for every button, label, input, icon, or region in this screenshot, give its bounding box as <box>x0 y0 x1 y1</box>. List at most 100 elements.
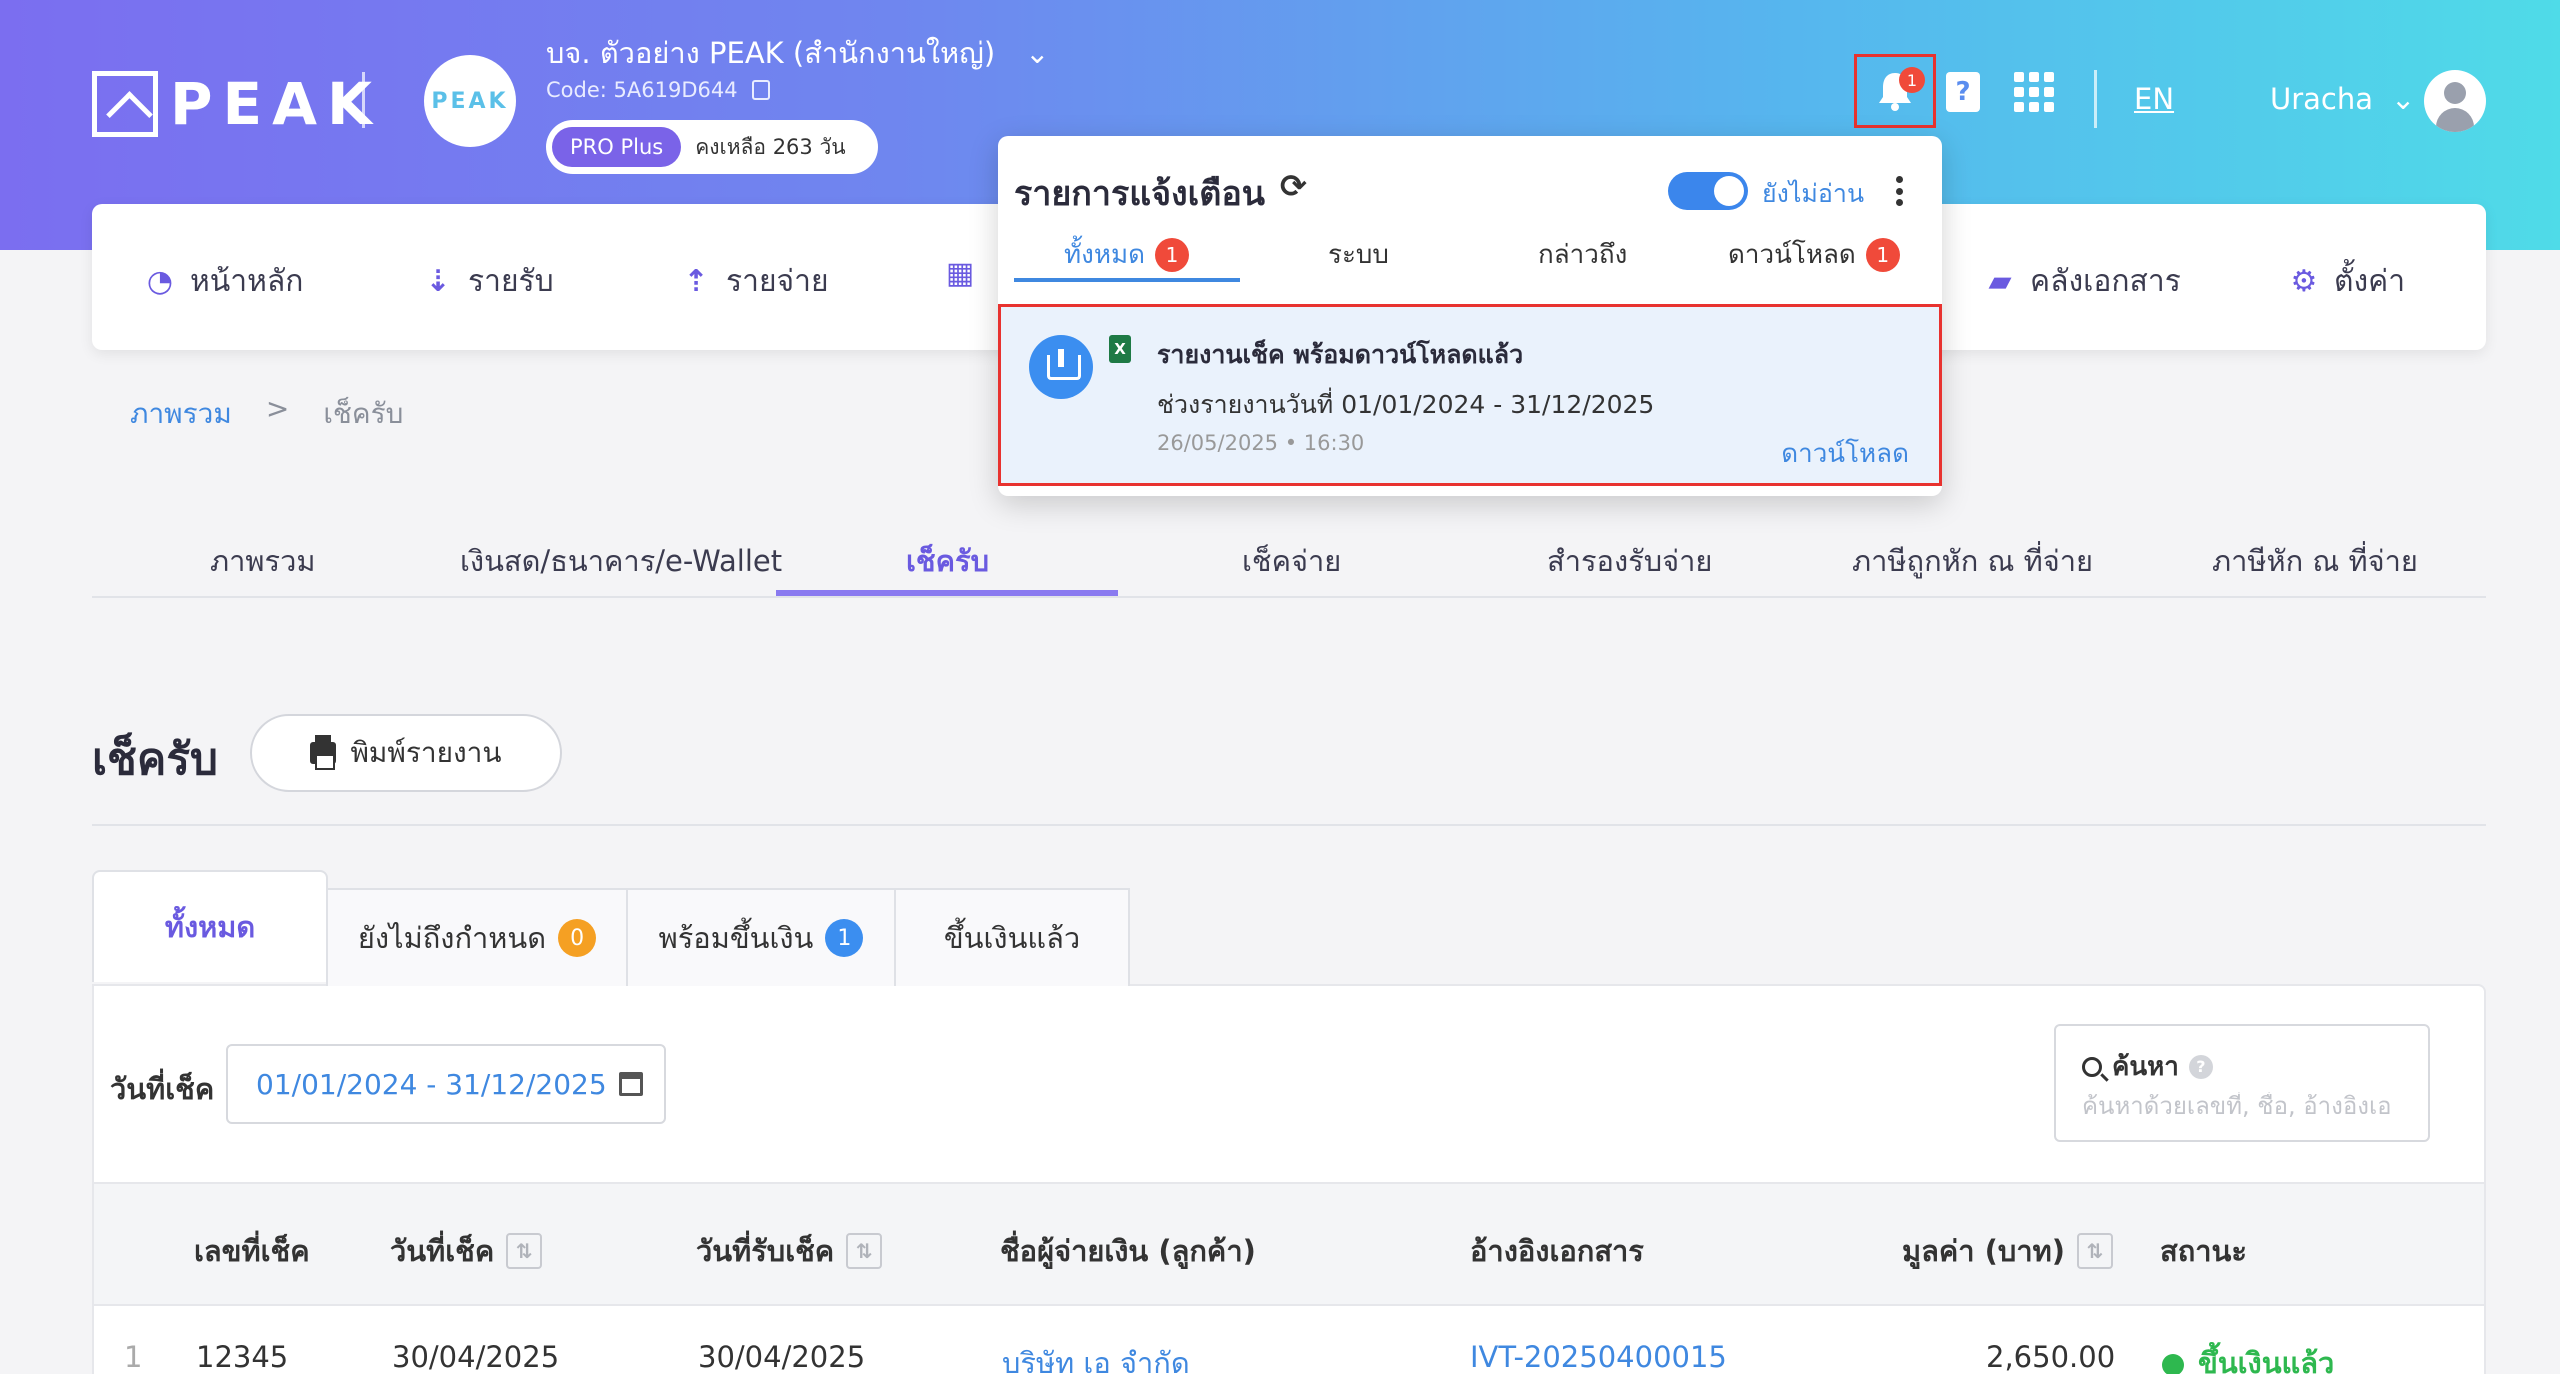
help-book-icon[interactable]: ? <box>1946 72 1980 112</box>
status-tab-label: พร้อมขึ้นเงิน <box>658 921 814 955</box>
nav-item-assets[interactable]: ▦ <box>944 258 976 290</box>
tab-petty-cash[interactable]: สำรองรับจ่าย <box>1547 538 1712 584</box>
cell-status: ขึ้นเงินแล้ว <box>2162 1340 2334 1374</box>
date-range-value: 01/01/2024 - 31/12/2025 <box>256 1067 607 1101</box>
column-received-date[interactable]: วันที่รับเช็ค ⇅ <box>696 1228 883 1274</box>
plan-pill[interactable]: PRO Plus คงเหลือ 263 วัน <box>546 120 878 174</box>
notif-tab-label: ทั้งหมด <box>1064 240 1145 270</box>
status-tab-ready[interactable]: พร้อมขึ้นเงิน 1 <box>626 888 896 986</box>
tab-overview[interactable]: ภาพรวม <box>210 538 316 584</box>
notif-tab-mentions[interactable]: กล่าวถึง <box>1538 234 1627 275</box>
finance-subtabs: ภาพรวม เงินสด/ธนาคาร/e-Wallet เช็ครับ เช… <box>92 520 2486 598</box>
tab-withholding-paid[interactable]: ภาษีหัก ณ ที่จ่าย <box>2212 538 2418 584</box>
nav-label: ตั้งค่า <box>2334 264 2406 299</box>
search-icon <box>2082 1056 2102 1077</box>
nav-item-income[interactable]: ⇣ รายรับ <box>422 258 553 305</box>
language-switch[interactable]: EN <box>2134 82 2174 116</box>
chevron-down-icon: ⌄ <box>2391 82 2416 116</box>
cell-cheque-date: 30/04/2025 <box>392 1340 560 1374</box>
column-payer: ชื่อผู้จ่ายเงิน (ลูกค้า) <box>1000 1228 1256 1274</box>
refresh-icon[interactable]: ⟳ <box>1280 170 1312 202</box>
status-tab-all[interactable]: ทั้งหมด <box>92 870 328 982</box>
apps-grid-icon[interactable] <box>2014 72 2054 112</box>
gear-icon: ⚙ <box>2290 263 2318 299</box>
chevron-down-icon: ⌄ <box>1025 36 1050 70</box>
sort-icon[interactable]: ⇅ <box>506 1233 543 1269</box>
copy-icon[interactable] <box>751 80 770 100</box>
count-badge: 0 <box>558 919 597 957</box>
column-label: อ้างอิงเอกสาร <box>1470 1234 1644 1268</box>
company-code-row: Code: 5A619D644 <box>546 78 770 102</box>
building-icon: ▦ <box>945 256 975 291</box>
header-divider <box>362 72 365 128</box>
notification-item[interactable]: X รายงานเช็ค พร้อมดาวน์โหลดแล้ว ช่วงรายง… <box>998 304 1942 486</box>
notif-tab-downloads[interactable]: ดาวน์โหลด 1 <box>1728 234 1900 275</box>
status-tab-label: ทั้งหมด <box>164 910 256 944</box>
status-tab-not-due[interactable]: ยังไม่ถึงกำหนด 0 <box>326 888 628 986</box>
breadcrumb-root[interactable]: ภาพรวม <box>130 392 232 436</box>
chart-gauge-icon: ◔ <box>146 263 174 299</box>
question-icon[interactable]: ? <box>2188 1054 2213 1079</box>
notification-panel: รายการแจ้งเตือน ⟳ ยังไม่อ่าน ทั้งหมด 1 ร… <box>998 136 1942 496</box>
search-label-row: ค้นหา ? <box>2082 1046 2213 1087</box>
column-amount[interactable]: มูลค่า (บาท) ⇅ <box>1902 1228 2113 1274</box>
search-label: ค้นหา <box>2112 1052 2179 1082</box>
peak-logo[interactable]: PEAK <box>92 70 382 138</box>
download-link[interactable]: ดาวน์โหลด <box>1781 433 1909 474</box>
column-label: วันที่เช็ค <box>390 1234 495 1268</box>
tab-cheque-paid[interactable]: เช็คจ่าย <box>1242 538 1341 584</box>
unread-toggle[interactable] <box>1668 172 1748 210</box>
folder-open-icon: ▰ <box>1988 263 2012 299</box>
notif-tab-all[interactable]: ทั้งหมด 1 <box>1064 234 1189 275</box>
cell-received-date: 30/04/2025 <box>698 1340 866 1374</box>
tab-withholding-received[interactable]: ภาษีถูกหัก ณ ที่จ่าย <box>1852 538 2093 584</box>
company-name: บจ. ตัวอย่าง PEAK (สำนักงานใหญ่) <box>546 36 996 70</box>
column-status: สถานะ <box>2160 1228 2247 1274</box>
header-divider-right <box>2094 70 2097 128</box>
tab-cash-bank[interactable]: เงินสด/ธนาคาร/e-Wallet <box>460 538 782 584</box>
notif-tab-label: ดาวน์โหลด <box>1728 240 1856 270</box>
date-range-picker[interactable]: 01/01/2024 - 31/12/2025 <box>226 1044 666 1124</box>
tab-cheque-received[interactable]: เช็ครับ <box>906 538 989 584</box>
status-tab-cleared[interactable]: ขึ้นเงินแล้ว <box>894 888 1130 986</box>
date-filter-label: วันที่เช็ค <box>110 1072 215 1106</box>
page-title: เช็ครับ <box>92 734 218 785</box>
nav-item-expense[interactable]: ⇡ รายจ่าย <box>680 258 828 305</box>
unread-toggle-label: ยังไม่อ่าน <box>1762 179 1865 208</box>
print-report-button[interactable]: พิมพ์รายงาน <box>250 714 562 792</box>
cell-cheque-no: 12345 <box>196 1340 289 1374</box>
user-name: Uracha <box>2270 82 2374 116</box>
active-tab-indicator <box>776 590 1118 596</box>
notif-tab-badge: 1 <box>1865 237 1900 272</box>
notification-bell-button[interactable]: 1 <box>1854 54 1936 128</box>
more-options-icon[interactable] <box>1896 176 1904 206</box>
cell-amount: 2,650.00 <box>1986 1340 2116 1374</box>
user-avatar-icon[interactable] <box>2424 70 2486 132</box>
expense-list-icon: ⇡ <box>683 263 709 299</box>
notification-count-badge: 1 <box>1899 67 1925 93</box>
sort-icon[interactable]: ⇅ <box>846 1233 883 1269</box>
print-report-label: พิมพ์รายงาน <box>350 736 502 769</box>
column-cheque-no: เลขที่เช็ค <box>194 1228 310 1274</box>
notif-tab-system[interactable]: ระบบ <box>1328 234 1389 275</box>
company-avatar[interactable]: PEAK <box>424 55 516 147</box>
user-menu[interactable]: Uracha ⌄ <box>2270 82 2415 116</box>
cell-reference-link[interactable]: IVT-20250400015 <box>1470 1340 1727 1374</box>
column-cheque-date[interactable]: วันที่เช็ค ⇅ <box>390 1228 543 1274</box>
sort-icon[interactable]: ⇅ <box>2076 1233 2113 1269</box>
search-box: ค้นหา ? <box>2054 1024 2430 1142</box>
nav-item-settings[interactable]: ⚙ ตั้งค่า <box>2288 258 2406 305</box>
column-label: มูลค่า (บาท) <box>1902 1234 2065 1268</box>
excel-file-icon: X <box>1109 335 1131 363</box>
nav-item-home[interactable]: ◔ หน้าหลัก <box>144 258 304 305</box>
column-reference: อ้างอิงเอกสาร <box>1470 1228 1644 1274</box>
column-label: สถานะ <box>2160 1234 2247 1268</box>
cell-payer-link[interactable]: บริษัท เอ จำกัด <box>1002 1340 1190 1374</box>
logo-text: PEAK <box>170 70 382 138</box>
notif-tab-badge: 1 <box>1155 237 1189 272</box>
search-input[interactable] <box>2082 1092 2412 1120</box>
company-selector[interactable]: บจ. ตัวอย่าง PEAK (สำนักงานใหญ่) ⌄ <box>546 30 1049 76</box>
notification-description: ช่วงรายงานวันที่ 01/01/2024 - 31/12/2025 <box>1157 390 1655 419</box>
notification-timestamp: 26/05/2025 • 16:30 <box>1157 431 1365 455</box>
nav-item-documents[interactable]: ▰ คลังเอกสาร <box>1984 258 2180 305</box>
